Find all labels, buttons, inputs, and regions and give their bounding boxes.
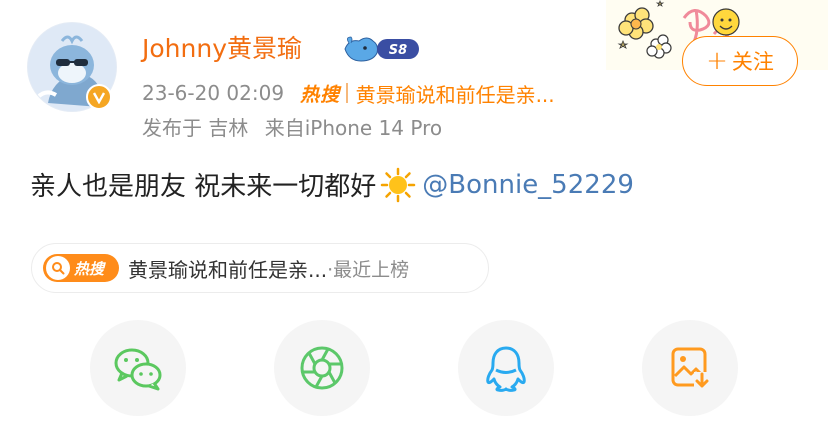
search-icon — [46, 256, 70, 280]
sun-emoji-icon — [381, 167, 416, 202]
save-image-button[interactable] — [642, 320, 738, 416]
moments-aperture-icon — [300, 346, 344, 390]
divider — [346, 83, 348, 103]
hot-search-logo[interactable]: 热搜 — [300, 80, 340, 107]
share-qq-button[interactable] — [458, 320, 554, 416]
post-content: 亲人也是朋友 祝未来一切都好 @Bonnie_52229 — [30, 166, 634, 203]
hot-search-chip-topic: 黄景瑜说和前任是亲... — [128, 257, 328, 282]
member-level-text: S8 — [389, 43, 407, 58]
member-whale-badge-icon: S8 — [344, 36, 419, 62]
post-location-source: 发布于 吉林 来自iPhone 14 Pro — [142, 112, 452, 141]
follow-button[interactable]: + 关注 — [682, 36, 798, 86]
hot-search-badge: 热搜 — [43, 254, 119, 282]
verified-v-icon — [86, 84, 112, 110]
hot-search-chip[interactable]: 热搜 黄景瑜说和前任是亲... ·最近上榜 — [31, 243, 489, 293]
share-wechat-button[interactable] — [90, 320, 186, 416]
share-moments-button[interactable] — [274, 320, 370, 416]
post-meta-line: 23-6-20 02:09 热搜 黄景瑜说和前任是亲... — [142, 78, 555, 108]
hot-search-chip-status: ·最近上榜 — [327, 258, 410, 281]
save-image-icon — [671, 347, 710, 390]
plus-icon: + — [706, 46, 728, 76]
qq-penguin-icon — [486, 346, 526, 392]
wechat-icon — [114, 348, 162, 391]
hot-search-badge-label: 热搜 — [74, 259, 105, 278]
post-source: 来自iPhone 14 Pro — [264, 116, 443, 140]
hot-search-topic-link[interactable]: 黄景瑜说和前任是亲... — [356, 79, 555, 108]
post-time: 23-6-20 02:09 — [142, 81, 285, 105]
post-text: 亲人也是朋友 祝未来一切都好 — [30, 172, 377, 202]
post-location: 发布于 吉林 — [142, 116, 249, 140]
follow-label: 关注 — [731, 50, 774, 74]
mention-link[interactable]: @Bonnie_52229 — [422, 170, 634, 200]
author-name[interactable]: Johnny黄景瑜 — [142, 29, 302, 65]
